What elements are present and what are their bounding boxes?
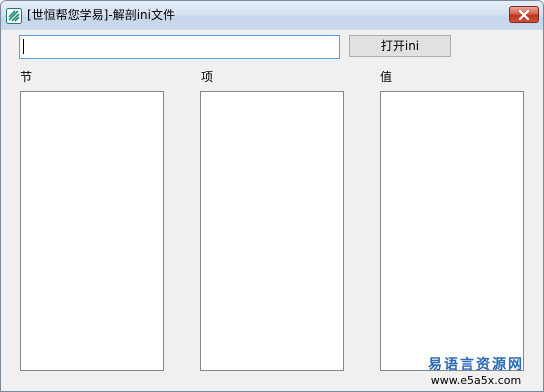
key-column-label: 项 [201,70,214,84]
client-area: 打开ini 节 项 值 易语言资源网 www.e5a5x.com [1,30,543,391]
title-bar[interactable]: [世恒帮您学易]-解剖ini文件 [1,1,543,30]
close-icon [518,10,530,20]
section-column-label: 节 [20,70,33,84]
main-window: [世恒帮您学易]-解剖ini文件 打开ini 节 项 值 易语言资源网 www.… [0,0,544,392]
watermark-url: www.e5a5x.com [430,374,522,387]
window-title: [世恒帮您学易]-解剖ini文件 [27,8,175,22]
watermark: 易语言资源网 www.e5a5x.com [428,356,524,388]
watermark-site-name: 易语言资源网 [428,357,524,373]
value-listbox[interactable] [380,91,524,371]
app-logo-icon[interactable] [6,8,22,24]
close-button[interactable] [509,6,539,23]
value-column-label: 值 [380,70,393,84]
ini-path-input[interactable] [19,35,340,59]
open-ini-button[interactable]: 打开ini [349,35,451,57]
text-caret [23,39,24,54]
key-listbox[interactable] [200,91,344,371]
section-listbox[interactable] [20,91,164,371]
